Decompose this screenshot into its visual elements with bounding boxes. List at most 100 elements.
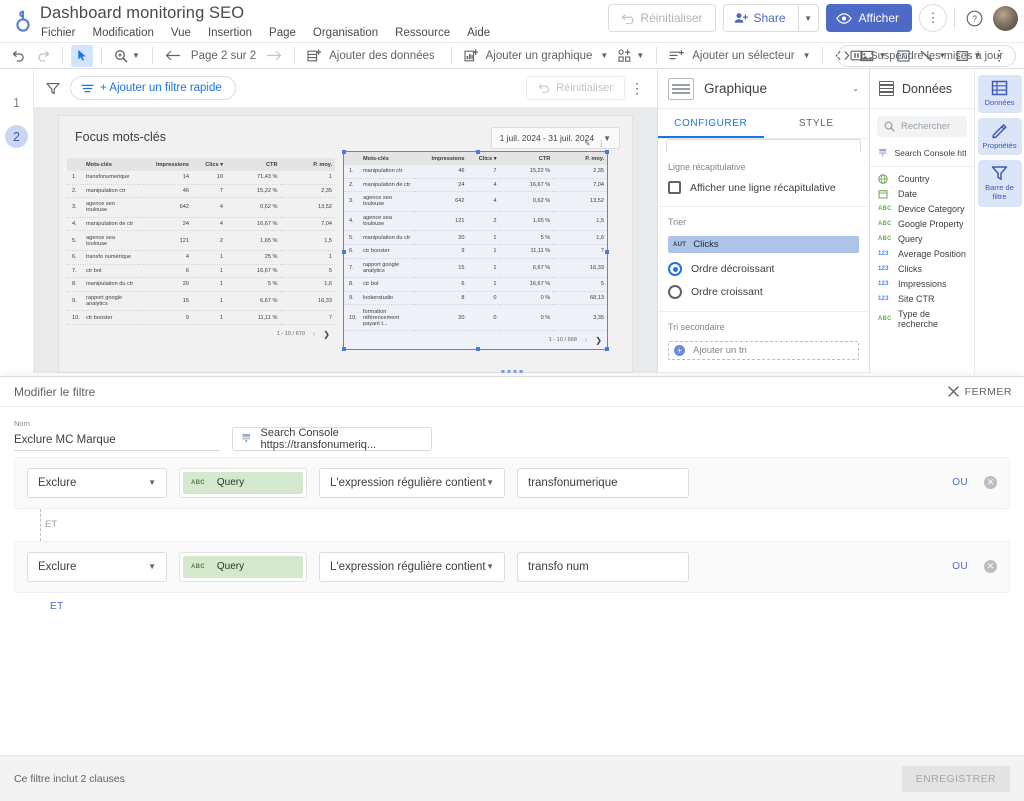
- clause-2-operator-select[interactable]: L'expression régulière contient ▼: [319, 551, 505, 582]
- next-page-icon[interactable]: ❯: [595, 336, 602, 345]
- rail-button-donnees[interactable]: Données: [977, 75, 1022, 113]
- view-button[interactable]: Afficher: [825, 4, 912, 32]
- document-title[interactable]: Dashboard monitoring SEO: [40, 4, 491, 23]
- clause-1-operator-select[interactable]: L'expression régulière contient ▼: [319, 467, 505, 498]
- summary-row-checkbox-row[interactable]: Afficher une ligne récapitulative: [668, 181, 859, 194]
- field-item-country[interactable]: Country: [870, 171, 974, 186]
- field-item-query[interactable]: ABC Query: [870, 231, 974, 246]
- clause-1-value-input[interactable]: transfonumerique: [517, 467, 689, 498]
- clause-2-include-select[interactable]: Exclure ▼: [27, 551, 167, 582]
- resize-handle-e[interactable]: [605, 250, 609, 255]
- more-options-button[interactable]: ⋮: [919, 4, 947, 32]
- th-position[interactable]: P. moy.: [553, 152, 607, 165]
- filter-data-source-pill[interactable]: Search Console https://transfonumeriq...: [232, 426, 432, 451]
- looker-studio-logo-icon[interactable]: [6, 0, 40, 42]
- help-button[interactable]: ?: [962, 6, 986, 30]
- th-ctr[interactable]: CTR: [226, 158, 281, 171]
- add-selector-button[interactable]: Ajouter un sélecteur ▼: [665, 45, 814, 67]
- clause-1-or-button[interactable]: OU: [952, 477, 968, 488]
- resize-handle-se[interactable]: [605, 346, 609, 351]
- tab-configurer[interactable]: CONFIGURER: [658, 109, 764, 138]
- add-data-button[interactable]: Ajouter des données: [303, 45, 443, 67]
- th-keyword[interactable]: Mots-clés: [360, 152, 414, 165]
- resize-handle-sw[interactable]: [342, 346, 346, 351]
- resize-handle-w[interactable]: [342, 250, 346, 255]
- select-tool-button[interactable]: [71, 44, 93, 67]
- field-item-site-ctr[interactable]: 123 Site CTR: [870, 291, 974, 306]
- pause-updates-button[interactable]: Suspendre les mises à jour: [837, 44, 1016, 67]
- remove-circle-icon[interactable]: ✕: [984, 560, 997, 573]
- data-search-field[interactable]: Rechercher: [877, 116, 967, 137]
- th-keyword[interactable]: Mots-clés: [83, 158, 138, 171]
- prev-page-button[interactable]: [161, 45, 185, 67]
- th-clicks[interactable]: Clics ▾: [467, 152, 500, 165]
- prev-page-icon[interactable]: ‹: [313, 331, 315, 338]
- clause-2-value-input[interactable]: transfo num: [517, 551, 689, 582]
- pencil-icon[interactable]: ✎: [584, 139, 590, 148]
- clause-1-field-chip[interactable]: ABC Query: [179, 467, 307, 498]
- field-item-type-de-recherche[interactable]: ABC Type de recherche: [870, 306, 974, 331]
- keyword-table-1[interactable]: Mots-clés Impressions Clics ▾ CTR P. moy…: [67, 158, 335, 343]
- chevron-down-icon[interactable]: ⌄: [852, 84, 859, 93]
- menu-ressource[interactable]: Ressource: [394, 26, 451, 40]
- filter-name-input[interactable]: [14, 430, 220, 451]
- sort-asc-row[interactable]: Ordre croissant: [668, 285, 859, 299]
- resize-handle-s[interactable]: [475, 346, 480, 351]
- keyword-table-2-selected[interactable]: ✎ ⋮ Mots-clés Impressions Clics ▾ CTR P.…: [342, 139, 609, 351]
- resize-handle-ne[interactable]: [605, 150, 609, 154]
- menu-fichier[interactable]: Fichier: [40, 26, 77, 40]
- dialog-drag-handle[interactable]: [501, 370, 523, 373]
- data-source-row[interactable]: Search Console https:...: [870, 142, 974, 167]
- rail-button-barre-de-filtre[interactable]: Barre de filtre: [977, 160, 1022, 207]
- menu-insertion[interactable]: Insertion: [207, 26, 253, 40]
- reset-button[interactable]: Réinitialiser: [608, 4, 716, 32]
- redo-button[interactable]: [32, 45, 54, 67]
- th-impressions[interactable]: Impressions: [413, 152, 468, 165]
- add-quick-filter-button[interactable]: + Ajouter un filtre rapide: [70, 76, 236, 100]
- page-thumb-2[interactable]: 2: [5, 125, 28, 148]
- zoom-button[interactable]: ▼: [110, 45, 144, 67]
- sort-desc-row[interactable]: Ordre décroissant: [668, 262, 859, 276]
- tab-style[interactable]: STYLE: [764, 109, 870, 138]
- radio-selected-icon[interactable]: [668, 262, 682, 276]
- th-ctr[interactable]: CTR: [499, 152, 554, 165]
- field-item-date[interactable]: Date: [870, 186, 974, 201]
- clause-2-or-button[interactable]: OU: [952, 561, 968, 572]
- rail-button-proprietes[interactable]: Propriétés: [977, 117, 1022, 156]
- add-and-clause-button[interactable]: ET: [50, 601, 64, 612]
- th-clicks[interactable]: Clics ▾: [192, 158, 226, 171]
- add-sort-button[interactable]: + Ajouter un tri: [668, 341, 859, 360]
- avatar[interactable]: [993, 5, 1018, 31]
- clause-2-field-chip[interactable]: ABC Query: [179, 551, 307, 582]
- report-canvas[interactable]: Focus mots-clés 1 juil. 2024 - 31 juil. …: [58, 115, 633, 373]
- share-button[interactable]: Share: [722, 4, 799, 32]
- field-item-average-position[interactable]: 123 Average Position: [870, 246, 974, 261]
- checkbox-icon[interactable]: [668, 181, 681, 194]
- clause-1-include-select[interactable]: Exclure ▼: [27, 467, 167, 498]
- funnel-icon[interactable]: [46, 82, 60, 95]
- next-page-icon[interactable]: ❯: [323, 330, 330, 339]
- menu-modification[interactable]: Modification: [92, 26, 155, 40]
- kebab-menu-icon[interactable]: ⋮: [629, 80, 645, 97]
- menu-aide[interactable]: Aide: [466, 26, 491, 40]
- field-item-google-property[interactable]: ABC Google Property: [870, 216, 974, 231]
- field-item-device-category[interactable]: ABC Device Category: [870, 201, 974, 216]
- menu-page[interactable]: Page: [268, 26, 297, 40]
- remove-circle-icon[interactable]: ✕: [984, 476, 997, 489]
- page-thumb-1[interactable]: 1: [5, 91, 28, 114]
- undo-button[interactable]: [8, 45, 30, 67]
- partial-field-box[interactable]: [666, 139, 861, 152]
- field-item-clicks[interactable]: 123 Clicks: [870, 261, 974, 276]
- radio-unselected-icon[interactable]: [668, 285, 682, 299]
- next-page-button[interactable]: [262, 45, 286, 67]
- add-chart-button[interactable]: Ajouter un graphique ▼: [460, 45, 613, 67]
- th-position[interactable]: P. moy.: [280, 158, 335, 171]
- sort-field-chip[interactable]: AUT Clicks: [668, 236, 859, 253]
- menu-vue[interactable]: Vue: [170, 26, 192, 40]
- share-caret-button[interactable]: ▼: [798, 4, 819, 32]
- field-item-impressions[interactable]: 123 Impressions: [870, 276, 974, 291]
- add-community-viz-button[interactable]: ▼: [614, 45, 648, 67]
- dialog-close-button[interactable]: FERMER: [947, 386, 1012, 398]
- save-filter-button[interactable]: ENREGISTRER: [901, 765, 1010, 792]
- canvas-reset-button[interactable]: Réinitialiser: [526, 76, 625, 100]
